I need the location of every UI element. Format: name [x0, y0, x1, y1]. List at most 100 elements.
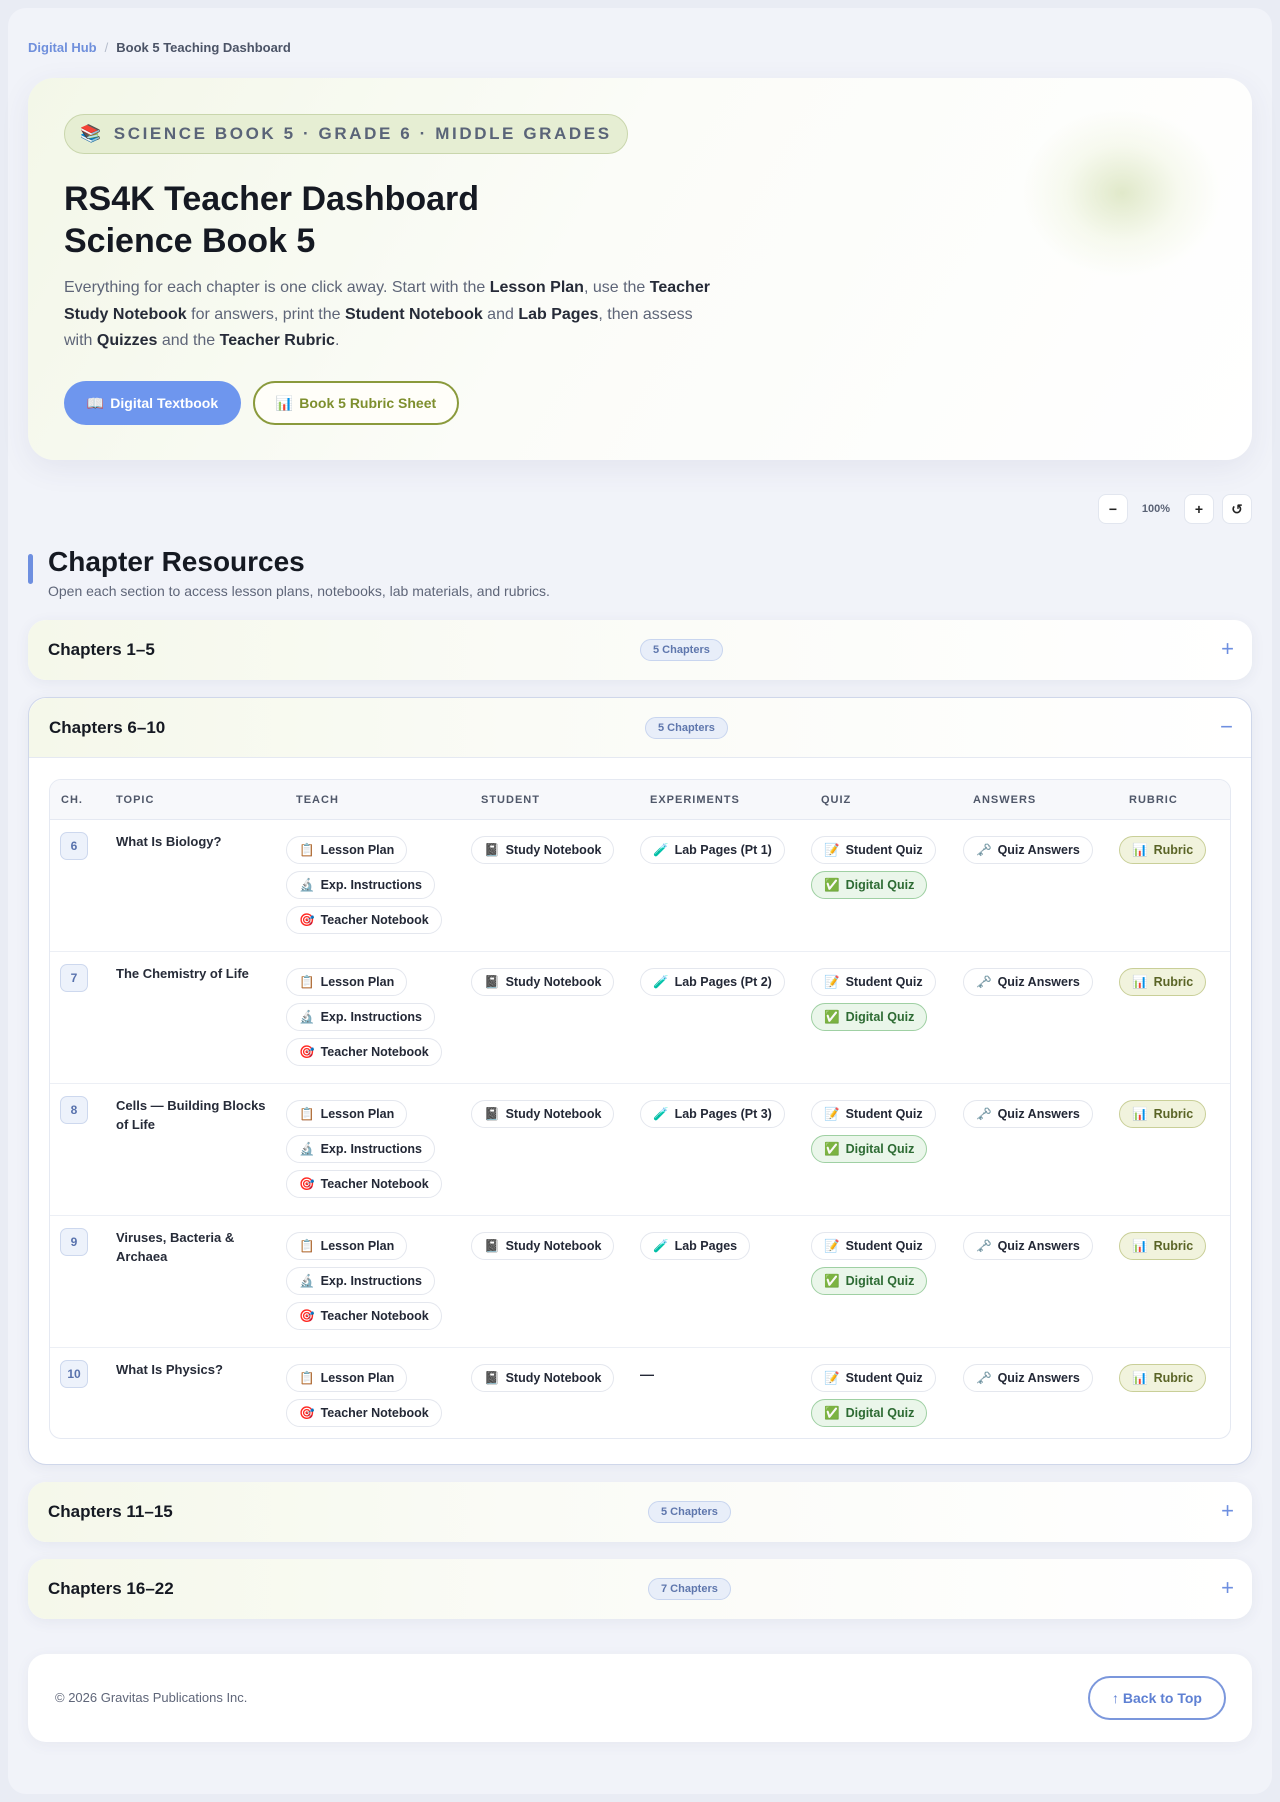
- study-notebook-chip[interactable]: 📓 Study Notebook: [471, 1232, 615, 1260]
- lab-pages-chip[interactable]: 🧪 Lab Pages (Pt 1): [640, 836, 785, 864]
- accordion-header[interactable]: Chapters 16–22 7 Chapters +: [28, 1559, 1252, 1619]
- zoom-in-button[interactable]: +: [1184, 494, 1214, 524]
- accordion-header[interactable]: Chapters 11–15 5 Chapters +: [28, 1482, 1252, 1542]
- back-to-top-button[interactable]: ↑ Back to Top: [1088, 1676, 1226, 1720]
- accordion-header[interactable]: Chapters 1–5 5 Chapters +: [28, 620, 1252, 680]
- zoom-out-button[interactable]: −: [1098, 494, 1128, 524]
- chip-label: Student Quiz: [845, 1371, 923, 1385]
- lesson-plan-chip[interactable]: 📋 Lesson Plan: [286, 836, 408, 864]
- breadcrumb-link-digital-hub[interactable]: Digital Hub: [28, 40, 97, 55]
- desc-emphasis: Lab Pages: [518, 305, 599, 323]
- teacher-notebook-chip[interactable]: 🎯 Teacher Notebook: [286, 906, 442, 934]
- memo-icon: 📝: [824, 1106, 840, 1121]
- expand-icon[interactable]: +: [1221, 636, 1234, 662]
- student-quiz-chip[interactable]: 📝 Student Quiz: [811, 836, 936, 864]
- chapter-number-badge: 7: [60, 964, 88, 992]
- chip-label: Digital Quiz: [845, 1010, 915, 1024]
- quiz-answers-chip[interactable]: 🗝️ Quiz Answers: [963, 968, 1093, 996]
- digital-quiz-chip[interactable]: ✅ Digital Quiz: [811, 871, 928, 899]
- column-header-student: STUDENT: [481, 794, 540, 806]
- lesson-plan-chip[interactable]: 📋 Lesson Plan: [286, 1364, 408, 1392]
- chip-label: Lesson Plan: [320, 1371, 395, 1385]
- lab-pages-chip[interactable]: 🧪 Lab Pages: [640, 1232, 751, 1260]
- lesson-plan-chip[interactable]: 📋 Lesson Plan: [286, 1232, 408, 1260]
- chip-label: Exp. Instructions: [320, 1142, 422, 1156]
- exp-instructions-chip[interactable]: 🔬 Exp. Instructions: [286, 871, 435, 899]
- student-quiz-chip[interactable]: 📝 Student Quiz: [811, 1232, 936, 1260]
- chapter-count-badge: 5 Chapters: [640, 639, 723, 661]
- rubric-chip[interactable]: 📊 Rubric: [1119, 1364, 1207, 1392]
- chip-label: Lesson Plan: [320, 1239, 395, 1253]
- chip-label: Study Notebook: [505, 1371, 602, 1385]
- column-header-topic: TOPIC: [116, 794, 155, 806]
- chapter-number-badge: 8: [60, 1096, 88, 1124]
- desc-emphasis: Lesson Plan: [489, 279, 584, 296]
- bar-chart-icon: 📊: [1132, 1106, 1148, 1121]
- expand-icon[interactable]: +: [1221, 1575, 1234, 1601]
- lesson-plan-chip[interactable]: 📋 Lesson Plan: [286, 1100, 408, 1128]
- quiz-answers-chip[interactable]: 🗝️ Quiz Answers: [963, 1100, 1093, 1128]
- chip-label: Rubric: [1153, 1107, 1194, 1121]
- chip-label: Study Notebook: [505, 843, 602, 857]
- memo-icon: 📝: [824, 974, 840, 989]
- teacher-notebook-chip[interactable]: 🎯 Teacher Notebook: [286, 1399, 442, 1427]
- chip-label: Digital Quiz: [845, 878, 915, 892]
- lab-pages-chip[interactable]: 🧪 Lab Pages (Pt 2): [640, 968, 785, 996]
- hero-decoration: [1022, 108, 1222, 278]
- check-mark-icon: ✅: [824, 1141, 840, 1156]
- table-row: 9 Viruses, Bacteria & Archaea 📋 Lesson Plan…: [50, 1216, 1230, 1348]
- digital-quiz-chip[interactable]: ✅ Digital Quiz: [811, 1267, 928, 1295]
- teacher-notebook-chip[interactable]: 🎯 Teacher Notebook: [286, 1170, 442, 1198]
- quiz-answers-chip[interactable]: 🗝️ Quiz Answers: [963, 1232, 1093, 1260]
- desc-emphasis: Teacher Rubric: [219, 332, 335, 349]
- answers-cell: 🗝️ Quiz Answers: [963, 1100, 1093, 1128]
- student-quiz-chip[interactable]: 📝 Student Quiz: [811, 1100, 936, 1128]
- table-header: CH. TOPIC TEACH STUDENT EXPERIMENTS QUIZ…: [50, 780, 1230, 820]
- student-cell: 📓 Study Notebook: [471, 1364, 615, 1392]
- rubric-chip[interactable]: 📊 Rubric: [1119, 1232, 1207, 1260]
- accordion-title: Chapters 16–22: [48, 1579, 174, 1598]
- lab-pages-chip[interactable]: 🧪 Lab Pages (Pt 3): [640, 1100, 785, 1128]
- collapse-icon[interactable]: −: [1220, 714, 1233, 740]
- rubric-chip[interactable]: 📊 Rubric: [1119, 968, 1207, 996]
- study-notebook-chip[interactable]: 📓 Study Notebook: [471, 836, 615, 864]
- rubric-chip[interactable]: 📊 Rubric: [1119, 836, 1207, 864]
- student-quiz-chip[interactable]: 📝 Student Quiz: [811, 1364, 936, 1392]
- notebook-icon: 📓: [484, 1238, 500, 1253]
- rubric-chip[interactable]: 📊 Rubric: [1119, 1100, 1207, 1128]
- teach-cell: 📋 Lesson Plan 🔬 Exp. Instructions 🎯 Teacher N…: [286, 836, 442, 934]
- notebook-icon: 📓: [484, 842, 500, 857]
- desc-text: for answers, print the: [186, 305, 345, 323]
- memo-icon: 📝: [824, 1370, 840, 1385]
- chip-label: Exp. Instructions: [320, 878, 422, 892]
- digital-quiz-chip[interactable]: ✅ Digital Quiz: [811, 1003, 928, 1031]
- expand-icon[interactable]: +: [1221, 1498, 1234, 1524]
- exp-instructions-chip[interactable]: 🔬 Exp. Instructions: [286, 1003, 435, 1031]
- study-notebook-chip[interactable]: 📓 Study Notebook: [471, 1364, 615, 1392]
- chip-label: Exp. Instructions: [320, 1010, 422, 1024]
- teacher-notebook-chip[interactable]: 🎯 Teacher Notebook: [286, 1302, 442, 1330]
- exp-instructions-chip[interactable]: 🔬 Exp. Instructions: [286, 1135, 435, 1163]
- desc-text: and the: [157, 332, 220, 349]
- study-notebook-chip[interactable]: 📓 Study Notebook: [471, 968, 615, 996]
- digital-quiz-chip[interactable]: ✅ Digital Quiz: [811, 1399, 928, 1427]
- digital-quiz-chip[interactable]: ✅ Digital Quiz: [811, 1135, 928, 1163]
- digital-textbook-label: Digital Textbook: [110, 395, 219, 411]
- check-mark-icon: ✅: [824, 1405, 840, 1420]
- bar-chart-icon: 📊: [1132, 842, 1148, 857]
- teacher-notebook-chip[interactable]: 🎯 Teacher Notebook: [286, 1038, 442, 1066]
- rubric-sheet-button[interactable]: 📊 Book 5 Rubric Sheet: [253, 381, 459, 425]
- study-notebook-chip[interactable]: 📓 Study Notebook: [471, 1100, 615, 1128]
- key-icon: 🗝️: [976, 1370, 992, 1385]
- accordion-chapters-1-5: Chapters 1–5 5 Chapters +: [28, 620, 1252, 680]
- lesson-plan-chip[interactable]: 📋 Lesson Plan: [286, 968, 408, 996]
- exp-instructions-chip[interactable]: 🔬 Exp. Instructions: [286, 1267, 435, 1295]
- quiz-answers-chip[interactable]: 🗝️ Quiz Answers: [963, 836, 1093, 864]
- accordion-header[interactable]: Chapters 6–10 5 Chapters −: [29, 698, 1251, 758]
- student-quiz-chip[interactable]: 📝 Student Quiz: [811, 968, 936, 996]
- column-header-teach: TEACH: [296, 794, 339, 806]
- bar-chart-icon: 📊: [1132, 1370, 1148, 1385]
- zoom-reset-button[interactable]: ↺: [1222, 494, 1252, 524]
- quiz-answers-chip[interactable]: 🗝️ Quiz Answers: [963, 1364, 1093, 1392]
- digital-textbook-button[interactable]: 📖 Digital Textbook: [64, 381, 241, 425]
